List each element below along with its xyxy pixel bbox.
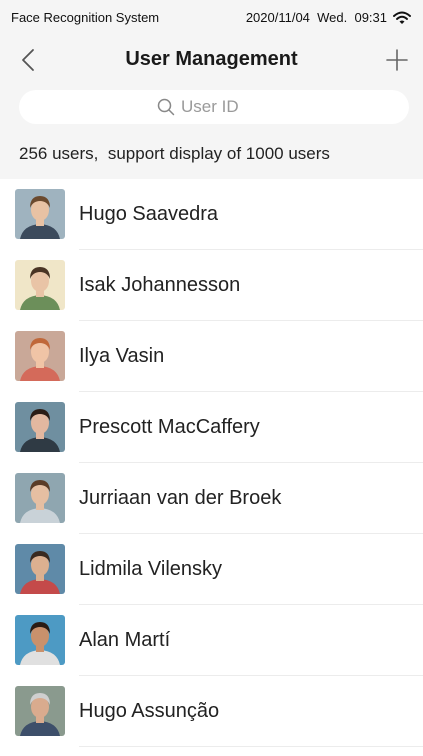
- plus-icon[interactable]: [385, 48, 409, 72]
- status-bar: Face Recognition System 2020/11/04 Wed. …: [0, 0, 423, 36]
- status-app-name: Face Recognition System: [11, 10, 160, 25]
- user-name: Ilya Vasin: [79, 345, 165, 367]
- user-list-item[interactable]: Jurriaan van der Broek: [0, 463, 423, 534]
- user-list-item[interactable]: Lidmila Vilensky: [0, 534, 423, 605]
- search-bar[interactable]: [19, 90, 409, 124]
- user-name: Jurriaan van der Broek: [79, 487, 282, 509]
- search-input[interactable]: [181, 97, 271, 117]
- status-right: 2020/11/04 Wed. 09:31: [246, 10, 411, 25]
- user-name: Prescott MacCaffery: [79, 416, 260, 438]
- avatar: [15, 260, 65, 310]
- avatar: [15, 189, 65, 239]
- avatar: [15, 473, 65, 523]
- user-list-item[interactable]: Hugo Saavedra: [0, 179, 423, 250]
- avatar: [15, 331, 65, 381]
- user-list-item[interactable]: Alan Martí: [0, 605, 423, 676]
- user-list-item[interactable]: Ilya Vasin: [0, 321, 423, 392]
- nav-bar: User Management: [0, 36, 423, 84]
- user-name: Lidmila Vilensky: [79, 558, 223, 580]
- avatar: [15, 544, 65, 594]
- user-list-item[interactable]: Isak Johannesson: [0, 250, 423, 321]
- wifi-icon: [393, 11, 411, 25]
- user-name: Hugo Assunção: [79, 700, 220, 722]
- header-area: Face Recognition System 2020/11/04 Wed. …: [0, 0, 423, 179]
- user-name: Alan Martí: [79, 629, 171, 651]
- user-list: Hugo Saavedra Isak Johannesson Ilya Vasi…: [0, 179, 423, 747]
- user-count-summary: 256 users, support display of 1000 users: [19, 144, 330, 163]
- status-datetime: 2020/11/04 Wed. 09:31: [245, 10, 387, 25]
- user-name: Isak Johannesson: [79, 274, 241, 296]
- search-icon: [157, 98, 175, 116]
- user-name: Hugo Saavedra: [79, 203, 218, 225]
- avatar: [15, 615, 65, 665]
- screen: Face Recognition System 2020/11/04 Wed. …: [0, 0, 423, 756]
- user-list-item[interactable]: Hugo Assunção: [0, 676, 423, 747]
- page-title: User Management: [125, 48, 298, 70]
- avatar: [15, 686, 65, 736]
- user-list-item[interactable]: Prescott MacCaffery: [0, 392, 423, 463]
- avatar: [15, 402, 65, 452]
